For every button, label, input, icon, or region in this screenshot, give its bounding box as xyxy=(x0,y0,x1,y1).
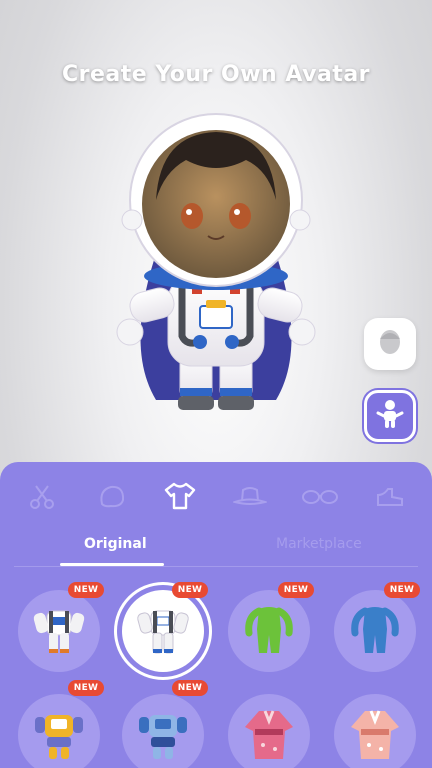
outfit-item-8[interactable] xyxy=(334,694,416,768)
new-badge: NEW xyxy=(172,582,208,598)
category-head[interactable] xyxy=(94,482,130,514)
outfit-item-6[interactable] xyxy=(122,694,204,768)
tab-original[interactable]: Original xyxy=(84,536,147,552)
avatar-preview[interactable] xyxy=(96,100,336,440)
face-icon xyxy=(375,327,405,361)
new-badge: NEW xyxy=(278,582,314,598)
robot-suit-icon xyxy=(29,703,89,767)
outfit-item-2-selected[interactable] xyxy=(122,590,204,672)
customization-panel: Original Marketplace NEW NEW NEW NEW NEW xyxy=(0,462,432,768)
category-shoes[interactable] xyxy=(372,482,408,514)
category-glasses[interactable] xyxy=(302,482,338,514)
shirt-icon xyxy=(163,481,197,515)
astronaut-suit-icon xyxy=(29,599,89,663)
robot-suit-icon xyxy=(133,703,193,767)
body-button[interactable] xyxy=(364,390,416,442)
face-button[interactable] xyxy=(364,318,416,370)
body-icon xyxy=(376,399,404,433)
hat-icon xyxy=(231,483,269,513)
kimono-icon xyxy=(239,703,299,767)
category-hat[interactable] xyxy=(231,482,269,514)
new-badge: NEW xyxy=(172,680,208,696)
kimono-icon xyxy=(345,703,405,767)
shoe-icon xyxy=(374,483,406,513)
new-badge: NEW xyxy=(68,582,104,598)
outfit-item-7[interactable] xyxy=(228,694,310,768)
glasses-icon xyxy=(300,485,340,511)
outfit-item-5[interactable] xyxy=(18,694,100,768)
outfit-item-4[interactable] xyxy=(334,590,416,672)
category-hair[interactable] xyxy=(24,482,60,514)
outfit-item-1[interactable] xyxy=(18,590,100,672)
page-title: Create Your Own Avatar xyxy=(61,62,371,87)
astronaut-suit-icon xyxy=(133,599,193,663)
new-badge: NEW xyxy=(68,680,104,696)
category-clothing[interactable] xyxy=(162,482,198,514)
head-icon xyxy=(97,482,127,514)
category-bar xyxy=(0,476,432,516)
astronaut-avatar xyxy=(116,113,316,410)
outfit-item-3[interactable] xyxy=(228,590,310,672)
tab-marketplace[interactable]: Marketplace xyxy=(276,536,362,552)
tab-divider xyxy=(14,566,418,567)
scissors-icon xyxy=(28,482,56,514)
blue-bodysuit-icon xyxy=(345,599,405,663)
new-badge: NEW xyxy=(384,582,420,598)
green-bodysuit-icon xyxy=(239,599,299,663)
